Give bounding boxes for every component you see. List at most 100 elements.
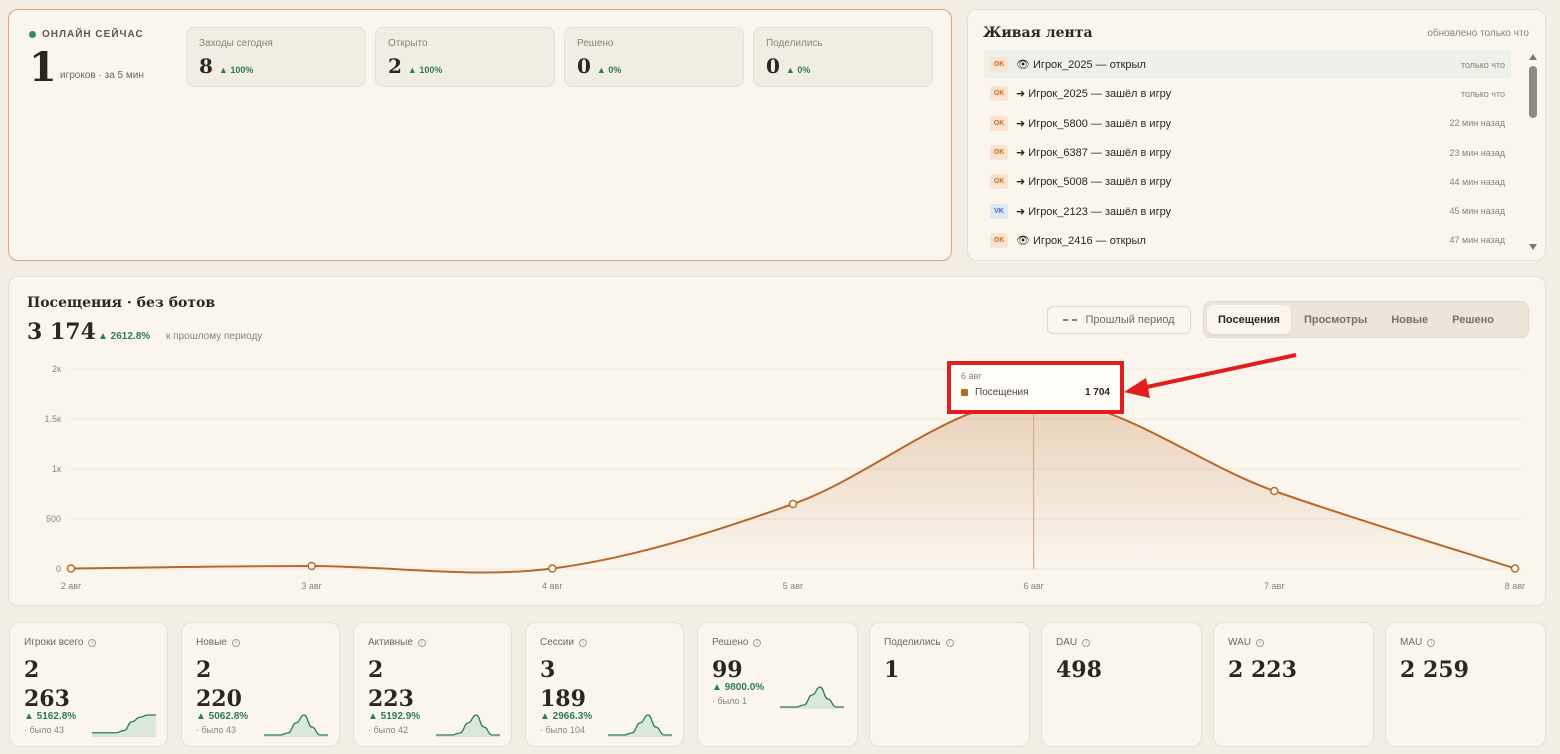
info-icon[interactable]: i	[88, 638, 97, 647]
sparkline	[92, 714, 156, 737]
tile-shared: Поделились 0 ▲ 0%	[753, 27, 933, 87]
tab-new[interactable]: Новые	[1380, 305, 1439, 334]
ok-badge-icon: OK	[990, 232, 1008, 248]
stat-label: Решено	[712, 637, 749, 648]
tab-visits[interactable]: Посещения	[1207, 305, 1291, 334]
feed-text: ➜ Игрок_6387 — зашёл в игру	[1016, 147, 1172, 160]
feed-title: Живая лента	[983, 25, 1093, 41]
feed-time: 47 мин назад	[1449, 235, 1505, 246]
scroll-down-icon[interactable]	[1529, 244, 1537, 250]
stat-card-solved: Решено i 99 ▲ 9800.0% · было 1	[697, 622, 858, 747]
visits-chart-card: 0 500 1к 1.5к 2к 2 авг 3 авг 4 авг 5 авг 6 авг 7 а…	[8, 276, 1546, 606]
sparkline-area	[92, 715, 156, 737]
scroll-up-icon[interactable]	[1529, 54, 1537, 60]
stat-value-1: 2	[368, 657, 384, 683]
tab-solved[interactable]: Решено	[1441, 305, 1505, 334]
feed-time: 44 мин назад	[1449, 176, 1505, 187]
online-label: ОНЛАЙН СЕЙЧАС	[42, 29, 144, 40]
data-point	[788, 499, 798, 509]
info-icon[interactable]: i	[1255, 638, 1264, 647]
stat-label: MAU	[1400, 637, 1423, 648]
stat-was: · было 1	[712, 696, 747, 706]
data-point	[1270, 486, 1279, 496]
data-point	[548, 564, 557, 573]
x-tick-label: 7 авг	[1264, 581, 1285, 591]
previous-period-button[interactable]: Прошлый период	[1047, 306, 1191, 334]
feed-item[interactable]: OK ➜ Игрок_6387 — зашёл в игру 23 мин наза…	[984, 138, 1511, 167]
x-tick-label: 2 авг	[61, 581, 82, 591]
stat-was: · было 42	[368, 725, 408, 735]
tooltip-series: Посещения	[975, 387, 1029, 398]
tile-pct: ▲ 0%	[785, 65, 811, 75]
info-icon[interactable]: i	[945, 638, 954, 647]
y-tick-label: 2к	[52, 364, 61, 374]
stat-label: Сессии	[540, 637, 574, 648]
stat-value-1: 2	[196, 657, 212, 683]
y-tick-label: 1к	[52, 464, 61, 474]
tab-views[interactable]: Просмотры	[1293, 305, 1378, 334]
stat-card-mau: MAU i 2 259	[1385, 622, 1546, 747]
ok-badge-icon: OK	[990, 145, 1008, 161]
tooltip-value: 1 704	[1084, 387, 1110, 398]
feed-scrollbar[interactable]	[1529, 54, 1537, 250]
stat-value-2: 263	[24, 686, 70, 712]
stat-pct: ▲ 5192.9%	[368, 711, 421, 722]
ok-badge-icon: OK	[990, 86, 1008, 102]
tile-label: Открыто	[388, 38, 428, 49]
stat-card-players-total: Игроки всего i 2 263 ▲ 5162.8% · было 43	[9, 622, 168, 747]
ok-badge-icon: OK	[990, 57, 1008, 73]
info-icon[interactable]: i	[417, 638, 426, 647]
x-tick-label: 5 авг	[783, 581, 804, 591]
metric-tabs: Посещения Просмотры Новые Решено	[1203, 301, 1529, 338]
stat-value-2: 223	[368, 686, 414, 712]
feed-item[interactable]: OK ➜ Игрок_5008 — зашёл в игру 44 мин наза…	[984, 167, 1511, 196]
online-card: ОНЛАЙН СЕЙЧАС 1 игроков · за 5 мин Заход…	[8, 9, 952, 261]
feed-item[interactable]: OK ➜ Игрок_5800 — зашёл в игру 22 мин наза…	[984, 109, 1511, 138]
stat-card-new: Новые i 2 220 ▲ 5062.8% · было 43	[181, 622, 340, 747]
stat-value-1: 3	[540, 657, 556, 683]
stat-pct: ▲ 9800.0%	[712, 682, 765, 693]
tile-value: 8	[199, 54, 213, 78]
stat-card-active: Активные i 2 223 ▲ 5192.9% · было 42	[353, 622, 512, 747]
stat-pct: ▲ 5162.8%	[24, 711, 77, 722]
feed-list[interactable]: OK 👁 Игрок_2025 — открыл только что OK ➜ Иг…	[984, 50, 1511, 255]
series-swatch-icon	[961, 389, 968, 396]
stat-label: Новые	[196, 637, 227, 648]
data-point	[66, 564, 76, 573]
visits-compare: к прошлому периоду	[166, 331, 263, 342]
feed-item[interactable]: OK ➜ Игрок_2025 — зашёл в игру только что	[984, 79, 1511, 108]
tile-label: Заходы сегодня	[199, 38, 273, 49]
stat-value-1: 2 223	[1228, 657, 1297, 683]
data-point	[1510, 564, 1520, 573]
feed-item[interactable]: VK ➜ Игрок_2123 — зашёл в игру 45 мин наза…	[984, 196, 1511, 225]
stat-pct: ▲ 2966.3%	[540, 711, 593, 722]
scroll-thumb[interactable]	[1529, 66, 1537, 118]
stat-label: Поделились	[884, 637, 941, 648]
feed-text: ➜ Игрок_2025 — зашёл в игру	[1016, 88, 1172, 101]
x-tick-label: 6 авг	[1023, 581, 1044, 591]
tile-pct: ▲ 100%	[407, 65, 443, 75]
info-icon[interactable]: i	[1082, 638, 1091, 647]
stat-was: · было 43	[24, 725, 64, 735]
feed-text: ➜ Игрок_5800 — зашёл в игру	[1016, 117, 1172, 130]
feed-item[interactable]: OK 👁 Игрок_2416 — открыл 47 мин назад	[984, 226, 1511, 255]
info-icon[interactable]: i	[578, 638, 587, 647]
x-tick-label: 8 авг	[1505, 581, 1526, 591]
info-icon[interactable]: i	[753, 638, 762, 647]
data-point	[307, 561, 316, 571]
previous-period-label: Прошлый период	[1085, 314, 1175, 326]
feed-updated: обновлено только что	[1427, 28, 1529, 39]
visits-total: 3 174	[27, 319, 96, 345]
info-icon[interactable]: i	[1427, 638, 1436, 647]
x-tick-label: 3 авг	[301, 581, 322, 591]
vk-badge-icon: VK	[990, 203, 1008, 219]
stat-value-1: 99	[712, 657, 743, 683]
stat-card-sessions: Сессии i 3 189 ▲ 2966.3% · было 104	[525, 622, 684, 747]
stat-card-dau: DAU i 498	[1041, 622, 1202, 747]
feed-item[interactable]: OK 👁 Игрок_2025 — открыл только что	[984, 50, 1511, 80]
online-label-row: ОНЛАЙН СЕЙЧАС	[29, 29, 144, 40]
stat-value-1: 498	[1056, 657, 1102, 683]
sparkline	[264, 714, 328, 737]
info-icon[interactable]: i	[231, 638, 240, 647]
feed-time: только что	[1460, 88, 1505, 99]
